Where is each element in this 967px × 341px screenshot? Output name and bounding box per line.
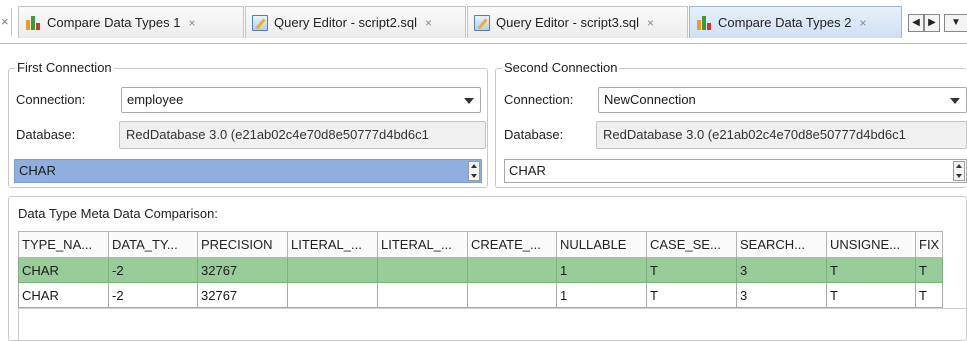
second-connection-value: NewConnection: [604, 92, 696, 107]
spinner-arrows-icon[interactable]: [468, 161, 480, 181]
scroll-tabs-right-button[interactable]: ▶: [924, 14, 940, 32]
table-cell: T: [646, 257, 737, 283]
first-database-value: RedDatabase 3.0 (e21ab02c4e70d8e50777d4b…: [126, 127, 429, 142]
table-cell: [467, 257, 557, 283]
second-type-spinner[interactable]: CHAR: [504, 159, 967, 183]
comparison-title: Data Type Meta Data Comparison:: [18, 206, 218, 221]
tab-compare-data-types-2[interactable]: Compare Data Types 2 ×: [689, 6, 902, 38]
comparison-panel: Data Type Meta Data Comparison: TYPE_NA.…: [8, 196, 967, 341]
second-type-value: CHAR: [509, 163, 546, 178]
close-icon[interactable]: ×: [188, 16, 195, 30]
first-database-label: Database:: [16, 127, 76, 142]
column-header[interactable]: TYPE_NA...: [18, 231, 109, 258]
table-cell: [377, 257, 468, 283]
table-cell: T: [914, 282, 944, 308]
table-empty-area: [18, 308, 967, 341]
tab-query-editor-script2[interactable]: Query Editor - script2.sql ×: [245, 6, 466, 38]
column-header[interactable]: LITERAL_...: [287, 231, 378, 258]
column-header[interactable]: LITERAL_...: [377, 231, 468, 258]
column-header[interactable]: CASE_SE...: [646, 231, 737, 258]
column-header[interactable]: PRECISION: [197, 231, 288, 258]
tab-label: Compare Data Types 2: [718, 15, 852, 30]
table-cell: 1: [556, 282, 647, 308]
second-connection-title: Second Connection: [502, 60, 620, 75]
chevron-down-icon[interactable]: [950, 98, 960, 104]
compare-icon: [696, 15, 712, 31]
first-connection-combo[interactable]: employee: [121, 87, 481, 113]
close-icon[interactable]: ×: [859, 16, 866, 30]
scroll-tabs-left-button[interactable]: ◀: [908, 14, 924, 32]
column-header[interactable]: DATA_TY...: [108, 231, 198, 258]
first-type-value: CHAR: [19, 163, 56, 178]
spinner-arrows-icon[interactable]: [953, 161, 965, 181]
first-database-field: RedDatabase 3.0 (e21ab02c4e70d8e50777d4b…: [119, 121, 486, 149]
table-row[interactable]: CHAR -2 32767 1 T 3 T T: [18, 257, 944, 283]
table-cell: [467, 282, 557, 308]
table-cell: CHAR: [18, 282, 109, 308]
tab-label: Compare Data Types 1: [47, 15, 181, 30]
table-cell: -2: [108, 257, 198, 283]
previous-tab-close-icon[interactable]: ×: [0, 8, 12, 36]
table-cell: 3: [736, 282, 827, 308]
close-icon[interactable]: ×: [647, 16, 654, 30]
table-row[interactable]: CHAR -2 32767 1 T 3 T T: [18, 282, 944, 308]
first-connection-label: Connection:: [16, 92, 86, 107]
table-cell: [287, 282, 378, 308]
tab-query-editor-script3[interactable]: Query Editor - script3.sql ×: [467, 6, 688, 38]
column-header[interactable]: FIX: [914, 231, 944, 258]
compare-icon: [25, 15, 41, 31]
table-cell: [377, 282, 468, 308]
second-database-field: RedDatabase 3.0 (e21ab02c4e70d8e50777d4b…: [596, 121, 967, 149]
table-cell: T: [646, 282, 737, 308]
tab-label: Query Editor - script3.sql: [496, 15, 640, 30]
first-type-spinner[interactable]: CHAR: [14, 159, 482, 183]
second-database-label: Database:: [504, 127, 564, 142]
table-cell: [287, 257, 378, 283]
tab-list-menu-button[interactable]: ▼: [944, 14, 967, 32]
second-connection-label: Connection:: [504, 92, 574, 107]
sql-editor-icon: [474, 14, 490, 31]
tab-compare-data-types-1[interactable]: Compare Data Types 1 ×: [18, 6, 244, 38]
table-cell: T: [914, 257, 944, 283]
second-connection-combo[interactable]: NewConnection: [598, 87, 967, 113]
editor-tab-strip: × Compare Data Types 1 × Query Editor - …: [0, 0, 967, 44]
chevron-down-icon[interactable]: [464, 98, 474, 104]
tab-label: Query Editor - script2.sql: [274, 15, 418, 30]
table-cell: 32767: [197, 282, 288, 308]
table-cell: CHAR: [18, 257, 109, 283]
table-cell: 32767: [197, 257, 288, 283]
column-header[interactable]: CREATE_...: [467, 231, 557, 258]
table-cell: 1: [556, 257, 647, 283]
close-icon[interactable]: ×: [425, 16, 432, 30]
first-connection-title: First Connection: [15, 60, 114, 75]
column-header[interactable]: SEARCH...: [736, 231, 827, 258]
column-header[interactable]: UNSIGNE...: [826, 231, 916, 258]
compare-data-types-panel: First Connection Connection: employee Da…: [8, 50, 967, 341]
table-cell: T: [826, 257, 916, 283]
table-cell: -2: [108, 282, 198, 308]
column-header[interactable]: NULLABLE: [556, 231, 647, 258]
table-cell: T: [826, 282, 916, 308]
table-header-row: TYPE_NA... DATA_TY... PRECISION LITERAL_…: [18, 231, 944, 258]
comparison-table[interactable]: TYPE_NA... DATA_TY... PRECISION LITERAL_…: [18, 231, 944, 308]
second-database-value: RedDatabase 3.0 (e21ab02c4e70d8e50777d4b…: [603, 127, 906, 142]
sql-editor-icon: [252, 14, 268, 31]
table-cell: 3: [736, 257, 827, 283]
first-connection-value: employee: [127, 92, 184, 107]
